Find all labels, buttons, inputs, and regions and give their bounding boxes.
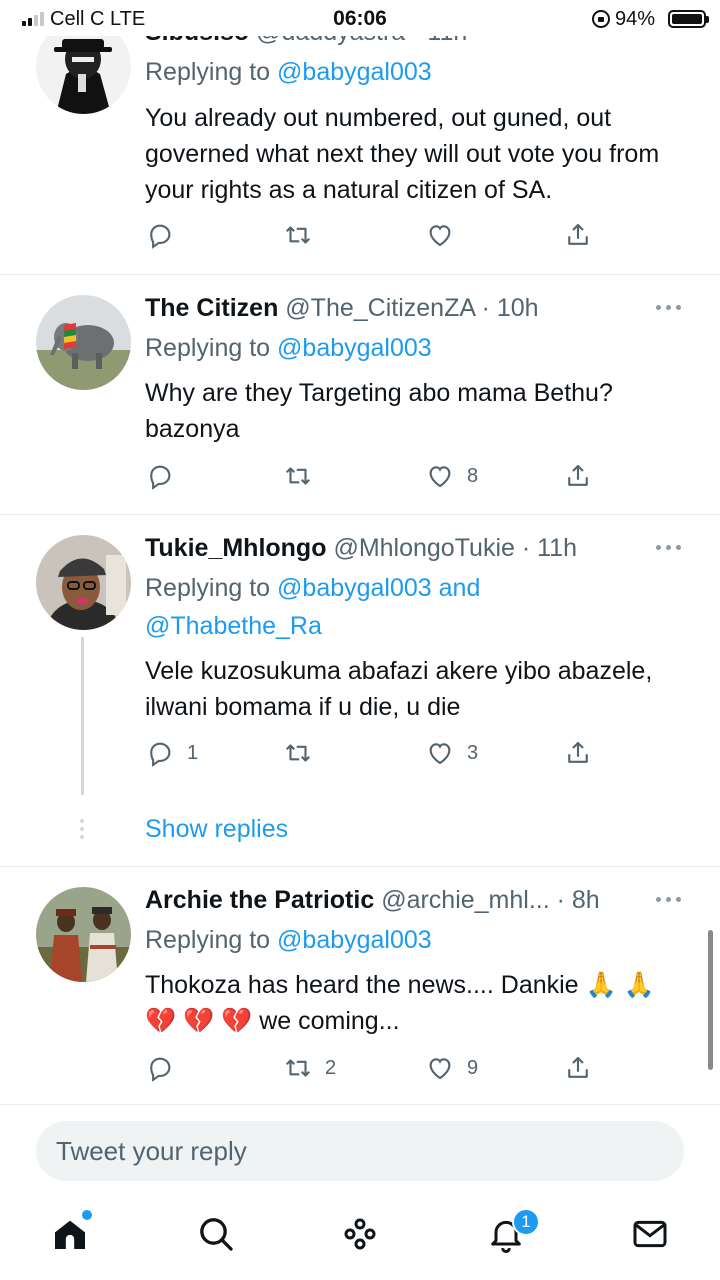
retweet-button[interactable]: 2: [283, 1052, 336, 1084]
reply-button[interactable]: [145, 1052, 187, 1084]
like-button[interactable]: [425, 219, 467, 251]
replying-to: Replying to @babygal003 and: [145, 574, 481, 602]
like-button[interactable]: 3: [425, 737, 478, 769]
share-icon: [568, 464, 588, 486]
heart-icon: [429, 466, 451, 488]
author-handle[interactable]: @The_CitizenZA · 10h: [285, 294, 538, 322]
mention-link[interactable]: @babygal003: [277, 58, 432, 86]
author-name[interactable]: Archie the Patriotic: [145, 886, 374, 914]
replying-to-continued: @Thabethe_Ra: [145, 612, 322, 641]
search-icon: [200, 1218, 233, 1251]
reply-button[interactable]: 1: [145, 737, 198, 769]
bottom-nav: 1: [0, 1196, 720, 1280]
tweet-actions: 2 9: [145, 1052, 605, 1084]
share-icon: [568, 1056, 588, 1078]
author-name[interactable]: Tukie_Mhlongo: [145, 534, 326, 562]
reply-icon: [150, 742, 171, 767]
retweet-button[interactable]: [283, 460, 325, 492]
tweet-actions: 1 3: [145, 737, 605, 769]
tweet-text: Why are they Targeting abo mama Bethu? b…: [145, 379, 613, 443]
more-options-icon[interactable]: [656, 897, 682, 903]
reply-icon: [150, 1057, 171, 1082]
heart-icon: [429, 1058, 451, 1080]
share-button[interactable]: [563, 737, 593, 769]
replying-to: Replying to @babygal003: [145, 334, 432, 362]
battery-percent: 94%: [615, 8, 656, 30]
orientation-lock-icon: [592, 10, 610, 28]
mention-link[interactable]: @babygal003 and: [277, 574, 480, 602]
show-replies-link[interactable]: Show replies: [145, 815, 288, 844]
like-button[interactable]: 9: [425, 1052, 478, 1084]
nav-search[interactable]: [196, 1214, 236, 1254]
heart-icon: [429, 225, 451, 247]
more-options-icon[interactable]: [656, 305, 682, 311]
retweet-icon: [285, 1059, 311, 1077]
share-button[interactable]: [563, 1052, 593, 1084]
home-icon: [55, 1220, 85, 1249]
retweet-icon: [285, 744, 311, 762]
retweet-button[interactable]: [283, 219, 325, 251]
tweet-text: You already out numbered, out guned, out…: [145, 104, 660, 204]
mention-link[interactable]: @Thabethe_Ra: [145, 612, 322, 640]
thread-dots: [80, 819, 85, 843]
nav-spaces[interactable]: [340, 1214, 380, 1254]
tweet[interactable]: The Citizen @The_CitizenZA · 10h Replyin…: [0, 275, 720, 515]
thread-line: [81, 637, 84, 795]
reply-input[interactable]: Tweet your reply: [36, 1121, 684, 1181]
author-name[interactable]: The Citizen: [145, 294, 278, 322]
reply-icon: [150, 465, 171, 490]
author-handle[interactable]: @archie_mhl... · 8h: [381, 886, 600, 914]
replying-to: Replying to @babygal003: [145, 58, 432, 86]
mention-link[interactable]: @babygal003: [277, 926, 432, 954]
share-button[interactable]: [563, 460, 593, 492]
reply-placeholder: Tweet your reply: [56, 1136, 247, 1166]
home-unread-dot: [82, 1210, 92, 1220]
messages-icon: [633, 1220, 667, 1248]
mention-link[interactable]: @babygal003: [277, 334, 432, 362]
notifications-badge: 1: [512, 1208, 540, 1236]
author-handle[interactable]: @MhlongoTukie · 11h: [333, 534, 577, 562]
share-icon: [568, 223, 588, 245]
nav-home[interactable]: [50, 1214, 90, 1254]
scrollbar[interactable]: [708, 930, 713, 1070]
retweet-icon: [285, 467, 311, 485]
more-options-icon[interactable]: [656, 545, 682, 551]
reply-button[interactable]: [145, 219, 187, 251]
tweet-actions: [145, 219, 605, 251]
tweet-actions: 8: [145, 460, 605, 492]
battery-icon: [668, 10, 709, 28]
tweet-text: Vele kuzosukuma abafazi akere yibo abaze…: [145, 657, 653, 721]
share-button[interactable]: [563, 219, 593, 251]
nav-messages[interactable]: [630, 1214, 670, 1254]
clock: 06:06: [333, 7, 387, 30]
reply-button[interactable]: [145, 460, 187, 492]
heart-icon: [429, 743, 451, 765]
retweet-button[interactable]: [283, 737, 325, 769]
share-icon: [568, 741, 588, 763]
avatar[interactable]: [36, 887, 131, 982]
status-bar: Cell C LTE 06:06 94%: [0, 0, 720, 36]
avatar[interactable]: [36, 295, 131, 390]
reply-icon: [150, 224, 171, 249]
tweet[interactable]: Sibusiso @daddyastra · 11h Replying to @…: [0, 0, 720, 275]
avatar[interactable]: [36, 535, 131, 630]
replying-to: Replying to @babygal003: [145, 926, 432, 954]
tweet[interactable]: Tukie_Mhlongo @MhlongoTukie · 11h Replyi…: [0, 515, 720, 867]
spaces-icon: [344, 1218, 376, 1250]
retweet-icon: [285, 226, 311, 244]
tweet[interactable]: Archie the Patriotic @archie_mhl... · 8h…: [0, 867, 720, 1105]
tweet-text: Thokoza has heard the news.... Dankie 🙏 …: [145, 971, 655, 1035]
like-button[interactable]: 8: [425, 460, 478, 492]
